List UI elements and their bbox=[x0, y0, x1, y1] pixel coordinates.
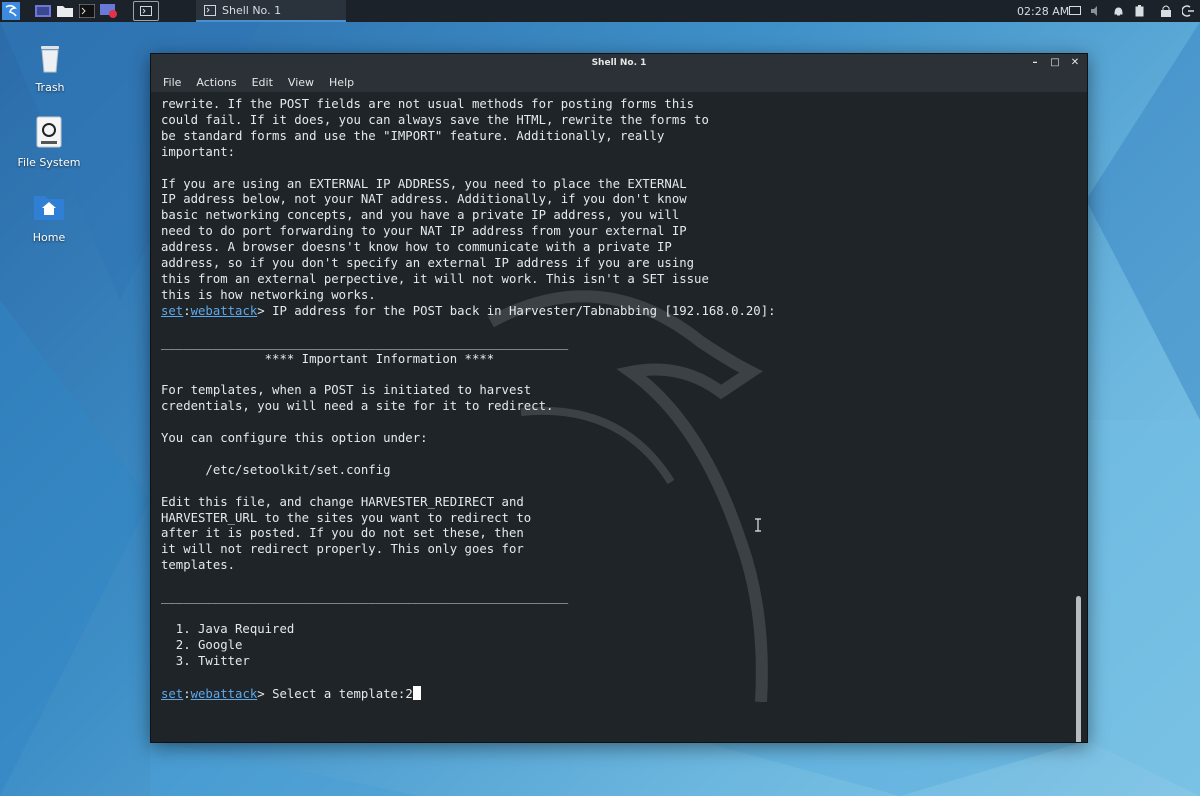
menu-actions[interactable]: Actions bbox=[196, 76, 236, 89]
home-folder-icon bbox=[34, 196, 64, 220]
scrollbar-thumb[interactable] bbox=[1076, 596, 1081, 742]
display-icon[interactable] bbox=[1069, 0, 1081, 22]
taskbar-title: Shell No. 1 bbox=[222, 3, 282, 17]
prompt-colon: : bbox=[183, 303, 191, 318]
screen-recorder-icon[interactable] bbox=[100, 2, 118, 20]
desktop-item-label: File System bbox=[17, 156, 81, 169]
volume-icon[interactable] bbox=[1091, 0, 1103, 22]
kali-menu-icon[interactable] bbox=[2, 2, 20, 20]
desktop-item-label: Trash bbox=[35, 81, 65, 94]
terminal-icon bbox=[204, 4, 216, 16]
text-cursor bbox=[412, 685, 421, 700]
prompt-module: webattack bbox=[190, 303, 258, 318]
logout-icon[interactable] bbox=[1182, 0, 1194, 22]
prompt-set: set bbox=[161, 303, 184, 318]
menu-file[interactable]: File bbox=[163, 76, 181, 89]
prompt-colon: : bbox=[183, 686, 191, 701]
ibeam-cursor-icon bbox=[755, 518, 761, 532]
prompt-ip-question: > IP address for the POST back in Harves… bbox=[257, 303, 776, 318]
notification-icon[interactable] bbox=[1113, 0, 1124, 22]
minimize-icon[interactable]: – bbox=[1029, 54, 1041, 72]
desktop-item-trash[interactable]: Trash bbox=[5, 40, 95, 94]
drive-icon bbox=[36, 116, 62, 148]
top-panel: Shell No. 1 02:28 AM bbox=[0, 0, 1200, 22]
menu-help[interactable]: Help bbox=[329, 76, 354, 89]
desktop-item-home[interactable]: Home bbox=[4, 190, 94, 244]
workspace-switcher[interactable] bbox=[133, 1, 159, 21]
terminal-block-1: rewrite. If the POST fields are not usua… bbox=[161, 97, 709, 302]
menu-view[interactable]: View bbox=[288, 76, 314, 89]
battery-icon[interactable] bbox=[1135, 0, 1144, 22]
maximize-icon[interactable]: □ bbox=[1049, 54, 1061, 72]
close-icon[interactable]: ✕ bbox=[1069, 54, 1081, 72]
desktop-icon[interactable] bbox=[34, 2, 52, 20]
terminal-icon[interactable] bbox=[78, 2, 96, 20]
clock[interactable]: 02:28 AM bbox=[1017, 0, 1069, 22]
window-title: Shell No. 1 bbox=[591, 58, 647, 68]
prompt-select-template: > Select a template: bbox=[257, 686, 406, 701]
terminal-block-2: ________________________________________… bbox=[161, 335, 569, 668]
terminal-text: rewrite. If the POST fields are not usua… bbox=[161, 97, 776, 702]
desktop-item-file-system[interactable]: File System bbox=[4, 115, 94, 169]
prompt-module: webattack bbox=[190, 686, 258, 701]
window-titlebar[interactable]: Shell No. 1 – □ ✕ bbox=[151, 54, 1087, 72]
prompt-set: set bbox=[161, 686, 184, 701]
menu-bar: File Actions Edit View Help bbox=[151, 72, 1087, 92]
trash-icon bbox=[41, 46, 59, 73]
clock-text: 02:28 AM bbox=[1017, 4, 1070, 18]
taskbar-shell-window[interactable]: Shell No. 1 bbox=[196, 0, 346, 22]
menu-edit[interactable]: Edit bbox=[252, 76, 273, 89]
terminal-window: Shell No. 1 – □ ✕ File Actions Edit View… bbox=[150, 53, 1088, 743]
desktop-item-label: Home bbox=[32, 231, 66, 244]
terminal-output-area[interactable]: rewrite. If the POST fields are not usua… bbox=[151, 92, 1087, 742]
terminal-input[interactable]: 2 bbox=[405, 687, 412, 701]
lock-icon[interactable] bbox=[1161, 0, 1171, 22]
file-manager-icon[interactable] bbox=[56, 2, 74, 20]
